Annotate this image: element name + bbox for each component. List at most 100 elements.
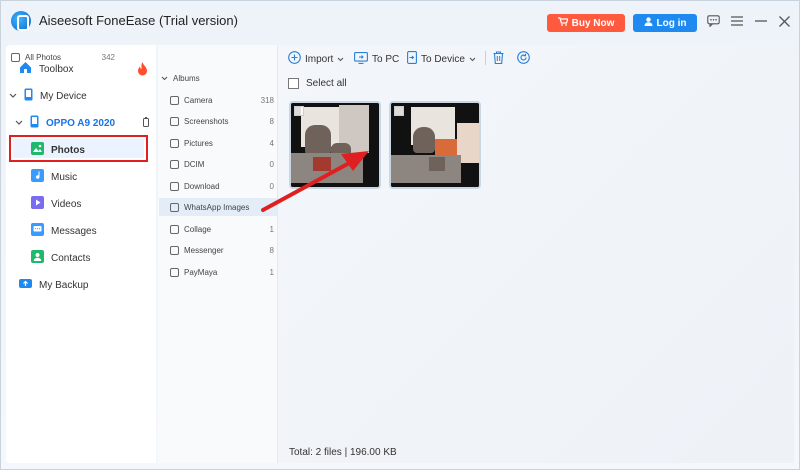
feedback-icon[interactable]	[705, 13, 721, 29]
close-icon[interactable]	[776, 13, 792, 29]
app-logo	[11, 11, 31, 31]
album-item-whatsapp-images[interactable]: WhatsApp Images	[170, 198, 274, 216]
import-button[interactable]: Import	[288, 50, 344, 68]
album-count: 0	[269, 159, 274, 169]
album-label: All Photos	[25, 52, 62, 62]
chevron-down-icon	[337, 55, 344, 64]
refresh-button[interactable]	[517, 50, 530, 68]
log-in-button[interactable]: Log in	[633, 14, 697, 32]
select-all-label: Select all	[306, 78, 347, 89]
photo-checkbox[interactable]	[394, 106, 404, 116]
album-label: Download	[184, 181, 220, 191]
trash-icon	[493, 51, 504, 67]
chevron-down-icon	[15, 119, 23, 128]
toolbar-divider	[485, 51, 486, 65]
album-label: Camera	[184, 95, 213, 105]
status-total: Total: 2 files | 196.00 KB	[289, 447, 397, 458]
to-pc-label: To PC	[372, 53, 400, 65]
hot-flame-icon	[137, 62, 148, 79]
sidebar-item-label: Contacts	[51, 252, 91, 264]
album-label: Collage	[184, 224, 212, 234]
app-title: Aiseesoft FoneEase (Trial version)	[39, 13, 238, 28]
messages-icon	[31, 223, 44, 239]
album-item[interactable]: Screenshots 8	[170, 112, 274, 130]
download-icon	[170, 181, 179, 191]
screenshot-icon	[170, 116, 179, 126]
buy-now-label: Buy Now	[571, 17, 615, 29]
album-item[interactable]: Download 0	[170, 177, 274, 195]
album-label: Screenshots	[184, 116, 229, 126]
to-device-button[interactable]: To Device	[407, 50, 476, 68]
sidebar-item-music[interactable]: Music	[31, 166, 77, 188]
select-all-checkbox[interactable]	[288, 78, 299, 89]
chevron-down-icon	[469, 55, 476, 64]
menu-icon[interactable]	[729, 13, 745, 29]
cart-icon	[557, 17, 569, 29]
sidebar-item-device[interactable]: OPPO A9 2020	[15, 112, 115, 134]
album-count: 1	[269, 224, 274, 234]
music-icon	[31, 169, 44, 185]
app-window: Aiseesoft FoneEase (Trial version) Buy N…	[0, 0, 800, 470]
albums-label: Albums	[173, 73, 200, 83]
contacts-icon	[31, 250, 44, 266]
main-content: Import To PC To Device Select all Total:…	[278, 45, 794, 463]
image-icon	[170, 245, 179, 255]
image-icon	[11, 52, 20, 62]
buy-now-button[interactable]: Buy Now	[547, 14, 625, 32]
sidebar-item-my-device[interactable]: My Device	[9, 85, 87, 107]
computer-export-icon	[354, 51, 368, 67]
album-label: PayMaya	[184, 267, 218, 277]
camera-icon	[170, 159, 179, 169]
image-icon	[170, 202, 179, 212]
photo-checkbox[interactable]	[294, 106, 304, 116]
videos-icon	[31, 196, 44, 212]
album-count: 1	[269, 267, 274, 277]
refresh-icon	[517, 51, 530, 67]
album-item[interactable]: Pictures 4	[170, 134, 274, 152]
chevron-down-icon	[9, 92, 17, 101]
backup-icon	[19, 277, 32, 293]
phone-icon	[30, 115, 39, 131]
album-count: 8	[269, 245, 274, 255]
image-icon	[170, 138, 179, 148]
album-label: Pictures	[184, 138, 213, 148]
photo-thumbnail[interactable]	[389, 101, 481, 189]
device-icon	[24, 88, 33, 104]
user-icon	[644, 17, 653, 29]
sidebar-item-messages[interactable]: Messages	[31, 220, 97, 242]
album-item[interactable]: Messenger 8	[170, 241, 274, 259]
album-count: 0	[269, 181, 274, 191]
device-name: OPPO A9 2020	[46, 117, 116, 129]
sidebar-item-videos[interactable]: Videos	[31, 193, 81, 215]
sidebar-item-label: Videos	[51, 198, 82, 210]
import-label: Import	[305, 53, 334, 65]
album-label: DCIM	[184, 159, 205, 169]
album-item[interactable]: DCIM 0	[170, 155, 274, 173]
album-count: 318	[260, 95, 274, 105]
to-pc-button[interactable]: To PC	[354, 50, 399, 68]
sidebar-item-label: Music	[51, 171, 78, 183]
photo-thumbnail[interactable]	[289, 101, 381, 189]
phone-export-icon	[407, 51, 417, 67]
add-circle-icon	[288, 51, 301, 67]
albums-group-header[interactable]: Albums	[161, 69, 265, 87]
image-icon	[170, 224, 179, 234]
delete-button[interactable]	[493, 50, 504, 68]
sidebar-item-label: Messages	[51, 225, 97, 237]
album-item[interactable]: Collage 1	[170, 220, 274, 238]
album-item[interactable]: Camera 318	[170, 91, 274, 109]
sidebar-item-contacts[interactable]: Contacts	[31, 247, 90, 269]
album-count: 4	[269, 138, 274, 148]
select-all-control[interactable]: Select all	[288, 78, 347, 89]
to-device-label: To Device	[421, 53, 465, 65]
chevron-down-icon	[161, 74, 168, 83]
sidebar-item-my-backup[interactable]: My Backup	[19, 274, 88, 296]
highlight-annotation-box	[9, 135, 148, 162]
minimize-icon[interactable]	[753, 13, 769, 29]
album-item[interactable]: PayMaya 1	[170, 263, 274, 281]
camera-icon	[170, 95, 179, 105]
album-count: 342	[101, 52, 115, 62]
log-in-label: Log in	[656, 17, 687, 29]
album-item-all-photos[interactable]: All Photos 342	[11, 48, 115, 66]
battery-icon	[143, 117, 149, 130]
